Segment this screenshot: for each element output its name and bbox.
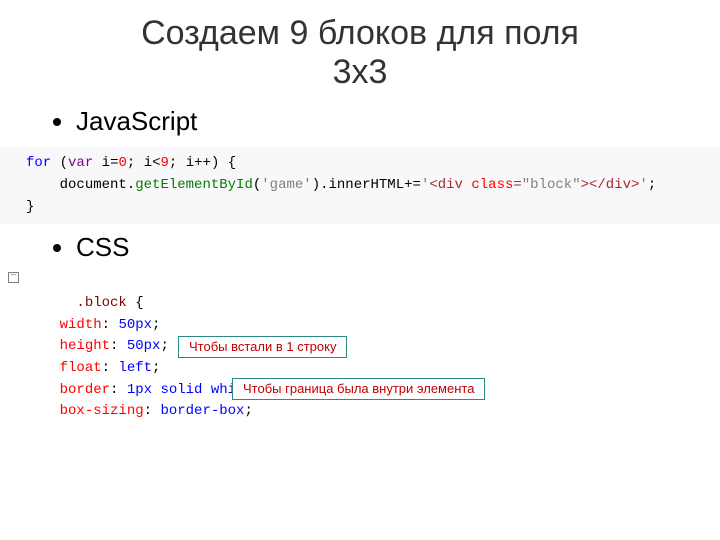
kw-var: var xyxy=(68,155,93,171)
colon1: : xyxy=(102,317,119,333)
html-div-open: <div xyxy=(429,177,471,193)
css-semi5: ; xyxy=(244,403,252,419)
ident-document: document xyxy=(60,177,127,193)
css-semi2: ; xyxy=(160,338,168,354)
content-area: JavaScript for (var i=0; i<9; i++) { doc… xyxy=(0,106,720,488)
bullet-css: CSS xyxy=(76,232,672,263)
num-9: 9 xyxy=(161,155,169,171)
dot2: . xyxy=(320,177,328,193)
brace-close: } xyxy=(26,199,34,215)
annotation-float: Чтобы встали в 1 строку xyxy=(178,336,347,358)
css-semi3: ; xyxy=(152,360,160,376)
semi1: ; xyxy=(127,155,135,171)
html-gt: > xyxy=(581,177,589,193)
colon4: : xyxy=(110,382,127,398)
css-val-50a: 50px xyxy=(118,317,152,333)
css-prop-height: height xyxy=(60,338,110,354)
bullet-list-css: CSS xyxy=(48,232,672,263)
html-div-close: </div> xyxy=(589,177,639,193)
kw-for: for xyxy=(26,155,51,171)
paren-close: ) xyxy=(211,155,219,171)
css-val-borderbox: border-box xyxy=(160,403,244,419)
css-semi1: ; xyxy=(152,317,160,333)
colon2: : xyxy=(110,338,127,354)
css-selector: .block xyxy=(76,295,126,311)
html-attr-class: class xyxy=(471,177,513,193)
code-block-js: for (var i=0; i<9; i++) { document.getEl… xyxy=(0,147,720,224)
lp2: ( xyxy=(253,177,261,193)
code-block-css: − .block { width: 50px; height: 50px; flo… xyxy=(0,271,672,488)
html-eq: = xyxy=(513,177,521,193)
colon5: : xyxy=(144,403,161,419)
dot1: . xyxy=(127,177,135,193)
css-ob: { xyxy=(135,295,143,311)
rp2: ) xyxy=(312,177,320,193)
lt: < xyxy=(152,155,160,171)
css-val-left: left xyxy=(118,360,152,376)
semi2: ; xyxy=(169,155,177,171)
ident-inner: innerHTML xyxy=(329,177,405,193)
ident-i: i xyxy=(102,155,110,171)
paren-open: ( xyxy=(60,155,68,171)
ident-i3: i xyxy=(186,155,194,171)
css-prop-float: float xyxy=(60,360,102,376)
css-prop-boxsizing: box-sizing xyxy=(60,403,144,419)
brace-open: { xyxy=(228,155,236,171)
fold-icon: − xyxy=(8,272,19,283)
css-prop-width: width xyxy=(60,317,102,333)
slide-title: Создаем 9 блоков для поля 3х3 xyxy=(0,0,720,102)
str-game: 'game' xyxy=(261,177,311,193)
bullet-list-js: JavaScript xyxy=(48,106,672,137)
slide: Создаем 9 блоков для поля 3х3 JavaScript… xyxy=(0,0,720,540)
bullet-javascript: JavaScript xyxy=(76,106,672,137)
num-0: 0 xyxy=(118,155,126,171)
pluseq: += xyxy=(404,177,421,193)
inc: ++ xyxy=(194,155,211,171)
css-val-50b: 50px xyxy=(127,338,161,354)
colon3: : xyxy=(102,360,119,376)
q2: ' xyxy=(639,177,647,193)
semi3: ; xyxy=(648,177,656,193)
html-attrval: "block" xyxy=(522,177,581,193)
title-line1: Создаем 9 блоков для поля xyxy=(141,14,579,52)
title-line2: 3х3 xyxy=(333,53,388,91)
func-gebi: getElementById xyxy=(135,177,253,193)
annotation-boxsizing: Чтобы граница была внутри элемента xyxy=(232,378,485,400)
ident-i2: i xyxy=(144,155,152,171)
css-prop-border: border xyxy=(60,382,110,398)
